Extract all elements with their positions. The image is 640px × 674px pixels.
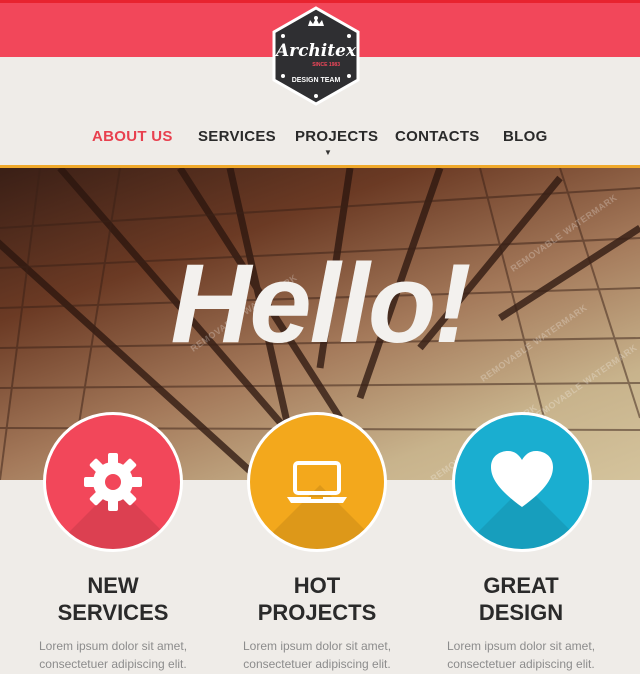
nav-item-services[interactable]: SERVICES [198,128,276,145]
nav-item-projects[interactable]: PROJECTS [295,128,378,145]
feature-description: Lorem ipsum dolor sit amet, consectetuer… [13,637,213,673]
feature-title-line: HOT [293,573,341,598]
feature-text-line: consectetuer adipiscing elit. [243,657,391,671]
feature-description: Lorem ipsum dolor sit amet, consectetuer… [217,637,417,673]
feature-text-line: Lorem ipsum dolor sit amet, [446,639,596,653]
logo[interactable]: Architex SINCE 1983 DESIGN TEAM [268,4,364,108]
great-design-circle[interactable] [452,412,592,552]
nav-item-blog[interactable]: BLOG [503,128,548,145]
chevron-down-icon[interactable]: ▼ [324,148,332,157]
logo-since: SINCE 1983 [312,62,340,68]
new-services-circle[interactable] [43,412,183,552]
feature-title-line: SERVICES [57,600,169,625]
feature-title-line: DESIGN [478,600,564,625]
feature-text-line: consectetuer adipiscing elit. [39,657,187,671]
logo-tagline: DESIGN TEAM [292,77,341,84]
feature-title-hot-projects: HOT PROJECTS [217,572,417,626]
feature-title-great-design: GREAT DESIGN [421,572,621,626]
hero-title: Hello! [170,241,471,366]
logo-name: Architex [274,41,357,61]
feature-text-line: Lorem ipsum dolor sit amet, [242,639,392,653]
feature-description: Lorem ipsum dolor sit amet, consectetuer… [421,637,621,673]
hot-projects-circle[interactable] [247,412,387,552]
feature-title-line: PROJECTS [257,600,377,625]
feature-title-new-services: NEW SERVICES [13,572,213,626]
main-nav: ABOUT US SERVICES PROJECTS ▼ CONTACTS BL… [0,118,640,168]
nav-item-about-us[interactable]: ABOUT US [92,128,173,145]
feature-text-line: consectetuer adipiscing elit. [447,657,595,671]
nav-item-contacts[interactable]: CONTACTS [395,128,480,145]
gear-icon [84,453,142,511]
feature-title-line: GREAT [483,573,559,598]
heart-icon [491,451,553,507]
laptop-icon [287,461,347,503]
feature-text-line: Lorem ipsum dolor sit amet, [38,639,188,653]
feature-title-line: NEW [87,573,139,598]
